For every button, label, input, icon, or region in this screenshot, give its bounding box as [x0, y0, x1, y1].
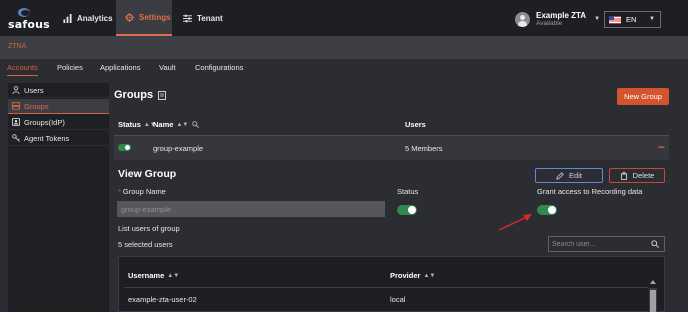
sidebar-item-label: Agent Tokens — [24, 133, 70, 143]
column-users: Users — [405, 120, 426, 129]
search-icon[interactable] — [192, 121, 200, 128]
column-provider[interactable]: Provider ▲▼ — [390, 271, 435, 280]
group-name-cell: group-example — [153, 144, 204, 153]
status-label: Status — [397, 187, 419, 196]
nav-settings[interactable]: Settings — [116, 0, 172, 36]
sidebar-item-users[interactable]: Users — [8, 83, 109, 98]
nav-tenant-label: Tenant — [197, 13, 223, 23]
group-users-cell: 5 Members — [405, 144, 443, 153]
sidebar-item-label: Groups(IdP) — [24, 117, 65, 127]
column-status-label: Status — [118, 120, 141, 129]
recording-access-label: Grant access to Recording data — [537, 187, 643, 196]
toggle-knob — [548, 206, 556, 214]
tab-vault[interactable]: Vault — [159, 63, 176, 72]
chevron-down-icon: ▼ — [649, 16, 655, 22]
sliders-icon — [183, 14, 192, 22]
pencil-icon — [556, 171, 564, 180]
brand-name: safous — [8, 18, 50, 31]
nav-analytics-label: Analytics — [77, 13, 113, 23]
scroll-up-icon[interactable] — [650, 280, 656, 284]
table-row[interactable]: group-example 5 Members − — [114, 136, 669, 160]
edit-button[interactable]: Edit — [535, 168, 603, 183]
nav-tenant[interactable]: Tenant — [183, 0, 223, 36]
document-icon[interactable] — [158, 90, 167, 100]
brand-logo[interactable]: safous — [8, 8, 52, 31]
list-users-label: List users of group — [118, 224, 180, 233]
new-group-button[interactable]: New Group — [617, 88, 669, 105]
group-name-label: * Group Name — [118, 187, 166, 196]
nav-settings-label: Settings — [139, 12, 171, 22]
selected-count-label: 5 selected users — [118, 240, 173, 249]
subtabs: Accounts Policies Applications Vault Con… — [0, 59, 688, 79]
user-name: Example ZTA — [536, 10, 587, 20]
sidebar-item-label: Groups — [24, 101, 49, 111]
group-icon — [12, 102, 20, 110]
user-icon — [12, 86, 20, 94]
search-user-input[interactable] — [552, 239, 646, 249]
column-status[interactable]: Status ▲▼ — [118, 120, 156, 129]
token-icon — [12, 134, 20, 142]
tab-configurations[interactable]: Configurations — [195, 63, 243, 72]
sort-icon: ▲▼ — [176, 121, 189, 128]
username-cell: example-zta-user-02 — [128, 295, 197, 304]
delete-label: Delete — [632, 171, 655, 180]
tab-applications[interactable]: Applications — [100, 63, 140, 72]
gear-icon — [125, 12, 134, 22]
view-group-title: View Group — [118, 168, 177, 180]
trash-icon — [620, 171, 627, 180]
status-toggle[interactable] — [118, 144, 131, 151]
us-flag-icon — [609, 15, 621, 24]
edit-label: Edit — [569, 171, 582, 180]
user-menu[interactable]: Example ZTA Available ▼ — [515, 8, 600, 30]
sidebar-item-agent-tokens[interactable]: Agent Tokens — [8, 131, 109, 146]
red-arrow-annotation — [498, 214, 532, 231]
group-name-label-text: Group Name — [122, 187, 166, 196]
sidebar-item-groups-idp[interactable]: Groups(IdP) — [8, 115, 109, 130]
divider — [124, 287, 648, 288]
user-info: Example ZTA Available — [536, 11, 586, 28]
sidebar-item-label: Users — [24, 85, 44, 95]
column-users-label: Users — [405, 120, 426, 129]
status-toggle[interactable] — [397, 205, 417, 215]
user-status: Available — [536, 19, 563, 27]
sidebar: Users Groups Groups(IdP) Agent Tokens — [8, 83, 109, 312]
sort-icon: ▲▼ — [167, 272, 180, 279]
language-select[interactable]: EN ▼ — [604, 11, 661, 28]
scroll-thumb[interactable] — [650, 290, 656, 312]
avatar — [515, 11, 530, 27]
scrollbar[interactable] — [649, 280, 657, 312]
section-label: ZTNA — [8, 43, 27, 50]
section-strip: ZTNA — [0, 36, 688, 59]
logo-mark-cutout — [21, 10, 30, 16]
column-name-label: Name — [153, 120, 174, 129]
column-username[interactable]: Username ▲▼ — [128, 271, 179, 280]
recording-access-toggle[interactable] — [537, 205, 557, 215]
toggle-knob — [408, 206, 416, 214]
search-user-box — [548, 236, 665, 252]
group-name-field[interactable] — [117, 201, 385, 217]
tab-policies[interactable]: Policies — [57, 63, 83, 72]
required-marker: * — [118, 187, 121, 196]
sidebar-item-groups[interactable]: Groups — [8, 99, 109, 114]
column-provider-label: Provider — [390, 271, 421, 280]
column-name[interactable]: Name ▲▼ — [153, 120, 200, 129]
nav-analytics[interactable]: Analytics — [63, 0, 113, 36]
collapse-icon[interactable]: − — [658, 140, 665, 154]
chevron-down-icon: ▼ — [594, 16, 601, 22]
language-label: EN — [626, 15, 637, 24]
page-title-text: Groups — [114, 89, 154, 101]
top-navbar: safous Analytics Settings Tenant Example… — [0, 0, 688, 36]
delete-button[interactable]: Delete — [609, 168, 665, 183]
toggle-knob — [125, 145, 130, 150]
chart-icon — [63, 13, 72, 23]
search-icon[interactable] — [651, 240, 659, 248]
sort-icon: ▲▼ — [423, 272, 436, 279]
column-username-label: Username — [128, 271, 165, 280]
group-idp-icon — [12, 118, 20, 126]
tab-accounts[interactable]: Accounts — [7, 63, 38, 76]
page-title: Groups — [114, 89, 167, 101]
provider-cell: local — [390, 295, 406, 304]
